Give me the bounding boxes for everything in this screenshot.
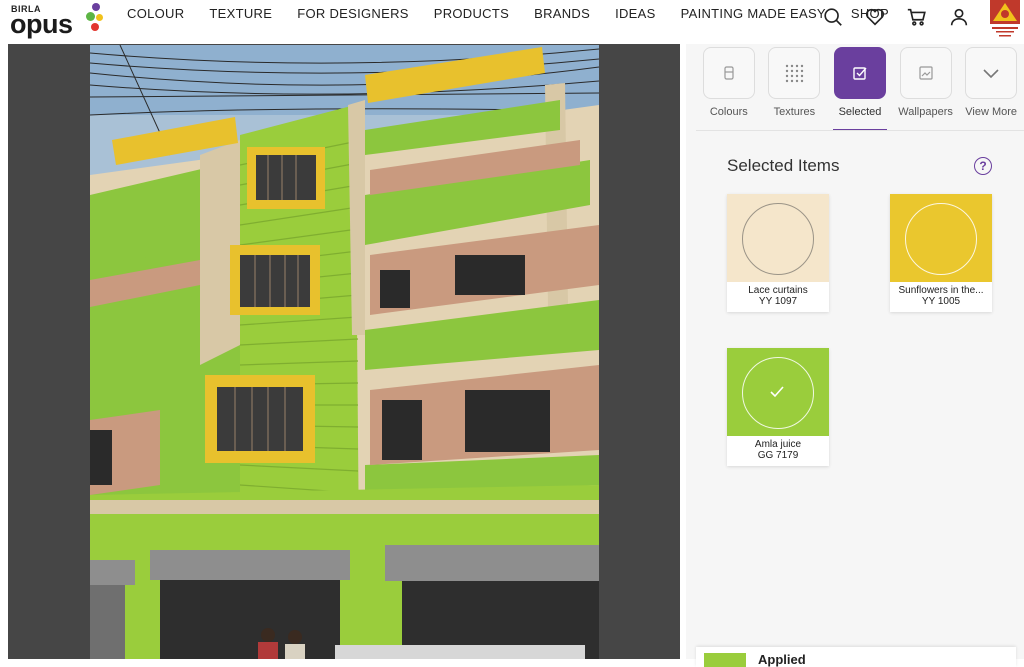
paint-bucket-icon (724, 66, 734, 80)
colour-swatch (727, 194, 829, 282)
tab-textures-label: Textures (773, 106, 816, 118)
side-panel: Colours Textures Selected Wallpapers Vie… (686, 44, 1024, 667)
header-icons (822, 6, 990, 28)
logo-dot-purple (92, 3, 100, 11)
colour-code: YY 1097 (758, 296, 798, 307)
tab-wallpapers-box (899, 47, 952, 99)
selected-items-title: Selected Items (727, 156, 840, 175)
tab-view-more-box (965, 47, 1018, 99)
logo-dot-yellow (96, 14, 103, 21)
colour-code: GG 7179 (757, 450, 799, 461)
tab-selected-label: Selected (838, 106, 882, 118)
colour-swatch (890, 194, 992, 282)
tab-textures[interactable]: Textures (762, 47, 828, 131)
tab-selected-box (833, 47, 886, 99)
building-illustration (90, 45, 599, 659)
texture-grid-icon (786, 64, 804, 83)
colour-card-amla-juice[interactable]: Amla juice GG 7179 (727, 348, 829, 466)
wallpaper-icon (918, 66, 933, 80)
tab-view-more[interactable]: View More (958, 47, 1024, 131)
tab-wallpapers-label: Wallpapers (898, 106, 953, 118)
main-nav: COLOUR TEXTURE FOR DESIGNERS PRODUCTS BR… (127, 6, 914, 21)
chevron-down-icon (983, 69, 999, 79)
colour-card-sunflowers[interactable]: Sunflowers in the... YY 1005 (890, 194, 992, 312)
nav-for-designers[interactable]: FOR DESIGNERS (297, 6, 409, 21)
tab-selected[interactable]: Selected (827, 47, 893, 131)
help-icon[interactable]: ? (974, 157, 992, 175)
user-icon[interactable] (948, 6, 970, 28)
nav-texture[interactable]: TEXTURE (209, 6, 272, 21)
swatch-ring (742, 203, 814, 275)
colour-card-lace-curtains[interactable]: Lace curtains YY 1097 (727, 194, 829, 312)
swatch-ring (905, 203, 977, 275)
logo-dot-green (86, 12, 95, 21)
tab-wallpapers[interactable]: Wallpapers (893, 47, 959, 131)
brand-name-text: opus (10, 9, 73, 39)
check-icon (770, 386, 784, 398)
tab-view-more-label: View More (965, 106, 1018, 118)
colour-name: Amla juice (754, 439, 802, 450)
panel-tabs: Colours Textures Selected Wallpapers Vie… (696, 47, 1024, 131)
nav-brands[interactable]: BRANDS (534, 6, 590, 21)
aditya-birla-logo (990, 0, 1020, 37)
colour-swatch (727, 348, 829, 436)
tab-colours[interactable]: Colours (696, 47, 762, 131)
colour-code: YY 1005 (921, 296, 961, 307)
search-icon[interactable] (822, 6, 844, 28)
tab-colours-label: Colours (709, 106, 748, 118)
nav-ideas[interactable]: IDEAS (615, 6, 656, 21)
nav-colour[interactable]: COLOUR (127, 6, 184, 21)
cart-icon[interactable] (906, 6, 928, 28)
tab-textures-box (768, 47, 821, 99)
tab-colours-box (702, 47, 755, 99)
applied-colour-label: Applied (758, 652, 806, 667)
checkbox-icon (853, 67, 867, 80)
building-photo[interactable] (90, 45, 599, 659)
top-header: BIRLA opus COLOUR TEXTURE FOR DESIGNERS … (0, 0, 1024, 44)
applied-colour-bar[interactable]: Applied (696, 647, 1016, 667)
colour-name: Sunflowers in the... (898, 285, 984, 296)
tab-divider (696, 130, 1024, 131)
applied-colour-swatch (704, 653, 746, 667)
colour-name: Lace curtains (748, 285, 808, 296)
nav-painting-made-easy[interactable]: PAINTING MADE EASY (681, 6, 826, 21)
logo-dot-red (91, 23, 99, 31)
nav-products[interactable]: PRODUCTS (434, 6, 509, 21)
heart-icon[interactable] (864, 6, 886, 28)
birla-opus-logo[interactable]: BIRLA opus (10, 3, 105, 39)
